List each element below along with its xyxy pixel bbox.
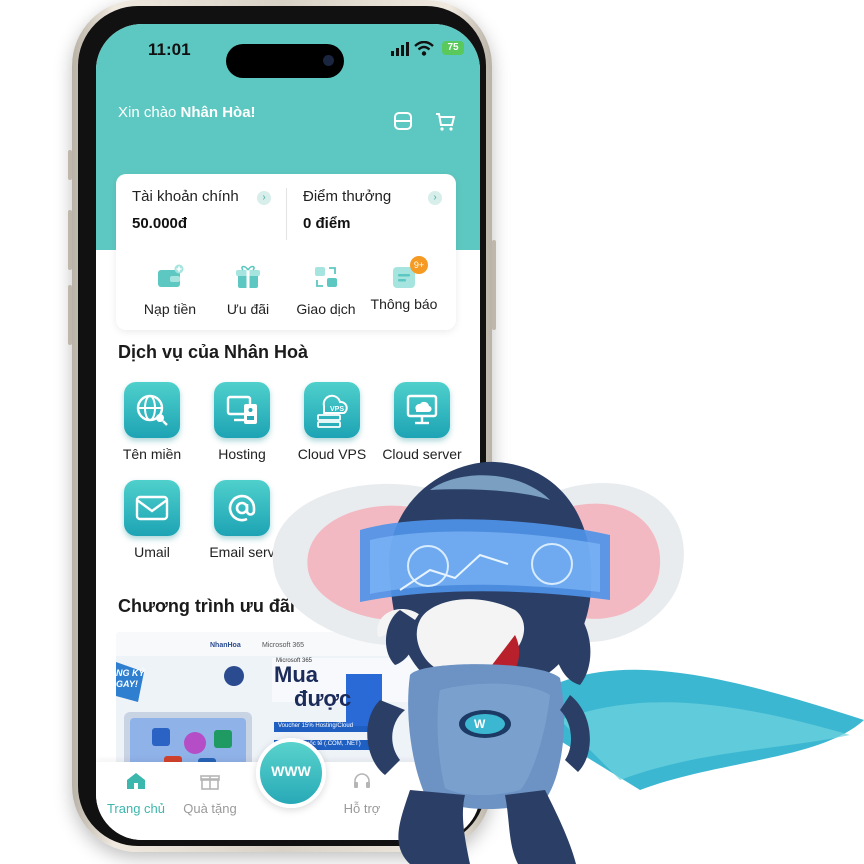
volume-down-button <box>68 285 72 345</box>
home-icon <box>127 773 145 789</box>
quick-action-transactions[interactable]: Giao dịch <box>284 264 368 317</box>
service-label: Tên miền <box>122 446 182 462</box>
quick-action-label: Giao dịch <box>296 301 356 317</box>
quick-action-offers[interactable]: Ưu đãi <box>206 264 290 317</box>
service-umail[interactable]: Umail <box>104 480 200 560</box>
tab-label: Quà tặng <box>183 801 237 816</box>
globe-search-icon <box>124 382 180 438</box>
wallet-plus-icon <box>158 264 184 287</box>
gift-icon <box>200 775 220 790</box>
main-account-balance: 50.000đ <box>132 215 188 232</box>
banner-brand: NhanHoa <box>210 642 241 649</box>
tab-home[interactable]: Trang chủ <box>100 772 172 816</box>
service-label: Umail <box>134 544 170 560</box>
quick-action-label: Nạp tiền <box>143 301 197 317</box>
greeting-prefix: Xin chào <box>118 104 177 121</box>
services-title: Dịch vụ của Nhân Hoà <box>118 342 309 362</box>
status-time: 11:01 <box>148 40 191 59</box>
mail-icon <box>124 480 180 536</box>
service-domain[interactable]: Tên miền <box>104 382 200 462</box>
hosting-icon <box>214 382 270 438</box>
service-hosting[interactable]: Hosting <box>194 382 290 462</box>
volume-up-button <box>68 210 72 270</box>
quick-action-label: Thông báo <box>370 296 438 312</box>
svg-text:W: W <box>474 717 486 731</box>
service-cloud-vps[interactable]: VPS Cloud VPS <box>284 382 380 462</box>
banner-register: NG KÝ GAY! <box>116 668 145 689</box>
svg-text:VPS: VPS <box>330 406 344 413</box>
greeting: Xin chào Nhân Hòa! <box>118 104 256 121</box>
quick-action-topup[interactable]: Nạp tiền <box>128 264 212 317</box>
transactions-icon <box>315 267 337 287</box>
server-icon[interactable] <box>392 110 414 132</box>
signal-icon <box>391 42 409 56</box>
chevron-right-icon[interactable]: › <box>428 191 442 205</box>
chevron-right-icon[interactable]: › <box>257 191 271 205</box>
quick-action-label: Ưu đãi <box>226 301 270 317</box>
quick-action-notifications[interactable]: 9+ Thông báo <box>362 256 446 312</box>
dynamic-island <box>226 44 344 78</box>
notification-icon: 9+ <box>390 256 428 290</box>
cloud-server-icon <box>394 382 450 438</box>
status-bar: 11:01 75 <box>96 38 480 78</box>
mute-switch <box>68 150 72 180</box>
wifi-icon <box>414 41 434 56</box>
service-cloud-server[interactable]: Cloud server <box>374 382 470 462</box>
gift-icon <box>236 265 260 288</box>
notification-badge: 9+ <box>410 256 428 274</box>
tab-label: Trang chủ <box>106 801 166 816</box>
camera-icon <box>323 55 334 66</box>
power-button <box>492 240 496 330</box>
account-card: Tài khoản chính 50.000đ › Điểm thưởng 0 … <box>116 174 456 330</box>
user-name: Nhân Hòa! <box>180 104 256 121</box>
battery-icon: 75 <box>442 41 464 55</box>
cloud-vps-icon: VPS <box>304 382 360 438</box>
divider <box>286 188 287 240</box>
cart-icon[interactable] <box>434 110 456 132</box>
elephant-mascot: W <box>272 461 864 864</box>
points-value: 0 điểm <box>303 215 351 232</box>
tab-gifts[interactable]: Quà tặng <box>174 772 246 816</box>
